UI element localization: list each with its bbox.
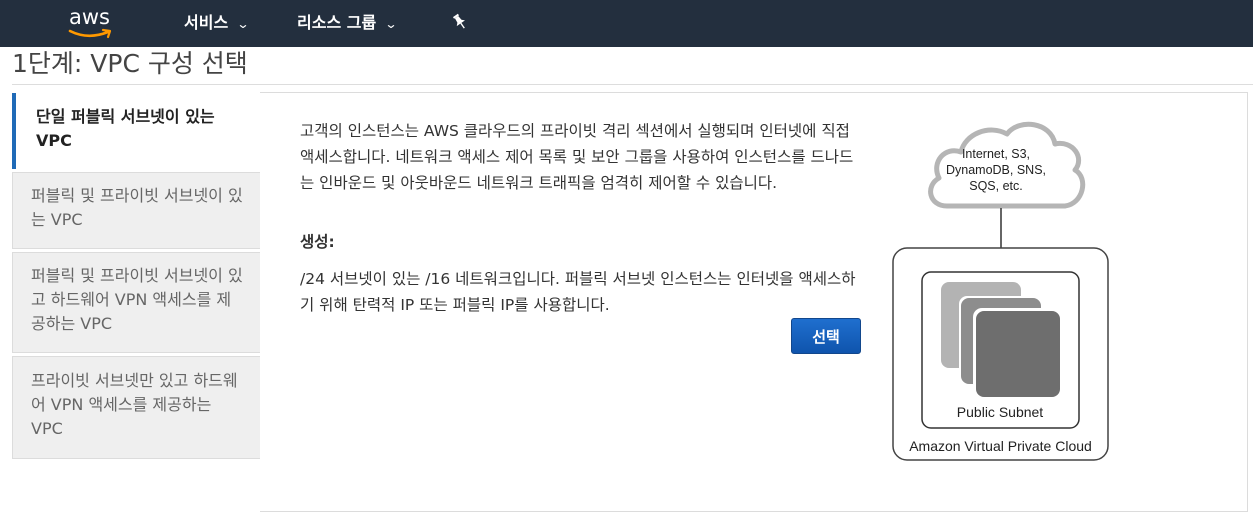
aws-logo-text: aws <box>69 5 110 29</box>
create-heading: 생성: <box>300 233 335 251</box>
services-label: 서비스 <box>184 13 229 32</box>
resource-groups-label: 리소스 그룹 <box>297 13 377 32</box>
chevron-down-icon: ⌄ <box>236 17 250 31</box>
select-button[interactable]: 선택 <box>791 318 861 354</box>
aws-logo[interactable]: aws <box>66 3 122 43</box>
tab-public-private-hardware-vpn[interactable]: 퍼블릭 및 프라이빗 서브넷이 있고 하드웨어 VPN 액세스를 제공하는 VP… <box>12 252 261 353</box>
tab-public-and-private-subnets[interactable]: 퍼블릭 및 프라이빗 서브넷이 있는 VPC <box>12 172 261 249</box>
chevron-down-icon: ⌄ <box>384 17 398 31</box>
services-menu[interactable]: 서비스 ⌄ <box>184 9 250 33</box>
aws-smile-icon <box>68 28 112 39</box>
page-title: 1단계: VPC 구성 선택 <box>12 49 248 78</box>
tab-private-only-hardware-vpn[interactable]: 프라이빗 서브넷만 있고 하드웨어 VPN 액세스를 제공하는 VPC <box>12 356 261 459</box>
cloud-text-line: SQS, etc. <box>969 179 1023 193</box>
create-description: /24 서브넷이 있는 /16 네트워크입니다. 퍼블릭 서브넷 인스턴스는 인… <box>300 270 856 314</box>
resource-groups-menu[interactable]: 리소스 그룹 ⌄ <box>297 9 398 33</box>
public-subnet-label: Public Subnet <box>956 404 1044 420</box>
cloud-text-line: Internet, S3, <box>961 147 1031 161</box>
vpc-diagram: Internet, S3, DynamoDB, SNS, SQS, etc. P… <box>885 110 1125 470</box>
cloud-services-text: Internet, S3, DynamoDB, SNS, SQS, etc. <box>931 146 1061 194</box>
cloud-text-line: DynamoDB, SNS, <box>945 163 1047 177</box>
top-navigation-bar: aws 서비스 ⌄ 리소스 그룹 ⌄ <box>0 0 1253 47</box>
pushpin-icon[interactable] <box>452 13 468 31</box>
title-divider <box>12 84 1253 85</box>
vpc-description: 고객의 인스턴스는 AWS 클라우드의 프라이빗 격리 섹션에서 실행되며 인터… <box>300 122 854 192</box>
vpc-label: Amazon Virtual Private Cloud <box>909 438 1092 454</box>
instance-icon-front <box>976 311 1060 397</box>
tab-single-public-subnet[interactable]: 단일 퍼블릭 서브넷이 있는 VPC <box>12 93 261 169</box>
